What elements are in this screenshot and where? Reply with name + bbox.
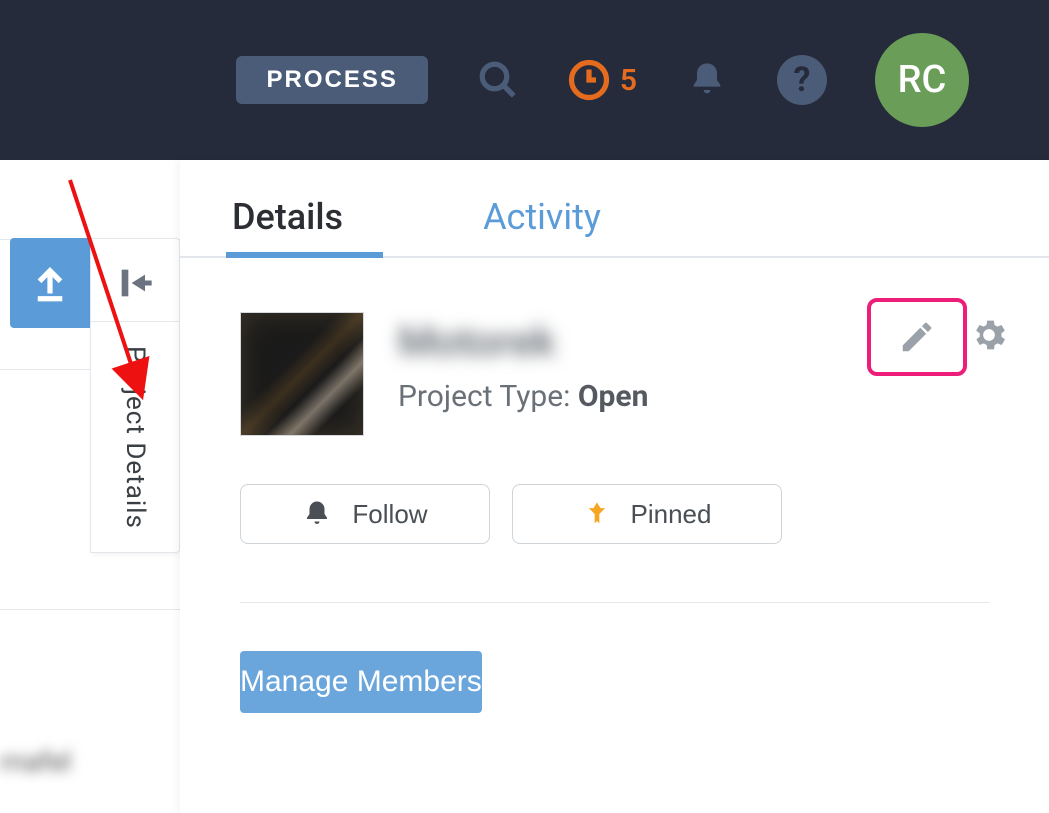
clock-counter[interactable]: 5 <box>568 59 637 101</box>
blurred-item-text: rnafel <box>0 745 71 778</box>
project-header: Motorek Project Type: Open <box>180 258 1049 436</box>
tab-details[interactable]: Details <box>232 196 343 256</box>
project-info: Motorek Project Type: Open <box>398 312 648 436</box>
topbar: PROCESS 5 ? RC <box>0 0 1049 160</box>
bell-icon[interactable] <box>685 58 729 102</box>
help-icon[interactable]: ? <box>777 55 827 105</box>
project-type-line: Project Type: Open <box>398 379 648 414</box>
follow-button[interactable]: Follow <box>240 484 490 544</box>
tab-activity[interactable]: Activity <box>483 196 601 256</box>
project-thumbnail[interactable] <box>240 312 364 436</box>
divider <box>240 602 989 603</box>
side-panel: Project Details <box>90 238 180 553</box>
collapse-icon[interactable] <box>115 263 155 307</box>
edit-button[interactable] <box>867 298 967 376</box>
clock-count-value: 5 <box>620 63 637 98</box>
pin-icon <box>583 500 611 528</box>
header-actions <box>867 298 1009 376</box>
user-avatar[interactable]: RC <box>875 33 969 127</box>
project-type-label: Project Type: <box>398 379 578 414</box>
upload-icon <box>29 262 71 304</box>
project-name: Motorek <box>398 318 648 367</box>
clock-icon <box>568 59 610 101</box>
manage-members-button[interactable]: Manage Members <box>240 651 482 713</box>
side-panel-label: Project Details <box>120 346 150 529</box>
tab-bar: Details Activity <box>180 196 1049 258</box>
search-icon[interactable] <box>476 58 520 102</box>
main-panel: Details Activity Motorek Project Type: O… <box>180 160 1049 813</box>
process-button[interactable]: PROCESS <box>236 56 427 104</box>
gear-icon[interactable] <box>969 315 1009 359</box>
upload-button[interactable] <box>10 238 90 328</box>
pencil-icon <box>898 318 936 356</box>
divider <box>91 321 179 322</box>
action-buttons: Follow Pinned <box>180 436 1049 544</box>
project-type-value: Open <box>578 379 649 414</box>
pinned-button[interactable]: Pinned <box>512 484 782 544</box>
pinned-label: Pinned <box>631 499 712 530</box>
bell-icon <box>302 499 332 529</box>
follow-label: Follow <box>352 499 427 530</box>
list-row <box>0 160 180 240</box>
